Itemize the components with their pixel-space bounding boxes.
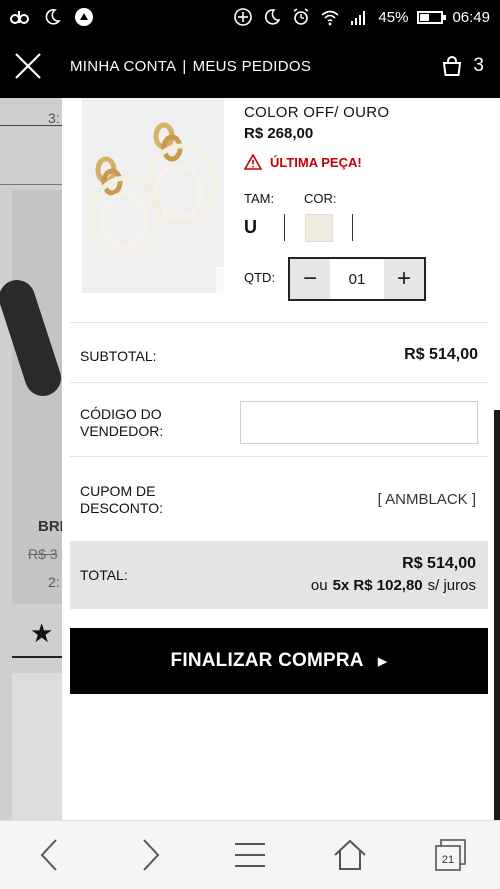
app-header: MINHA CONTA | MEUS PEDIDOS 3 xyxy=(0,34,500,98)
vendor-code-label: CÓDIGO DO VENDEDOR: xyxy=(80,406,163,440)
close-button[interactable] xyxy=(0,34,56,98)
quantity-stepper: − 01 + xyxy=(288,257,426,301)
battery-icon xyxy=(417,10,447,24)
close-icon xyxy=(15,53,41,79)
background-product-brand: BRI xyxy=(38,518,62,535)
cart-panel: COLOR OFF/ OURO R$ 268,00 ÚLTIMA PEÇA! T… xyxy=(62,98,500,820)
section-divider xyxy=(70,456,488,457)
coupon-label: CUPOM DE DESCONTO: xyxy=(80,483,163,517)
chevron-right-icon xyxy=(143,839,160,871)
product-color-name: COLOR OFF/ OURO xyxy=(244,104,390,121)
coupon-code[interactable]: [ ANMBLACK ] xyxy=(378,491,476,508)
background-divider xyxy=(0,125,62,126)
tabs-button[interactable]: 21 xyxy=(420,825,480,885)
warning-icon xyxy=(244,154,262,170)
background-old-price: R$ 3 xyxy=(28,546,58,562)
clock: 06:49 xyxy=(452,8,490,26)
add-circle-icon xyxy=(233,7,253,27)
forward-button[interactable] xyxy=(120,825,180,885)
vendor-code-input[interactable] xyxy=(240,401,478,444)
increase-quantity-button[interactable]: + xyxy=(384,259,424,299)
signal-icon xyxy=(349,7,369,27)
background-qty-text: 3: xyxy=(48,110,60,126)
color-swatch xyxy=(305,214,333,242)
background-divider xyxy=(0,184,62,185)
size-value: U xyxy=(244,217,257,237)
vendor-code-label-line1: CÓDIGO DO xyxy=(80,406,162,422)
moon-icon xyxy=(42,7,62,27)
my-orders-link[interactable]: MEUS PEDIDOS xyxy=(193,58,312,75)
app-notification-icon xyxy=(10,7,30,27)
total-box: TOTAL: R$ 514,00 ou 5x R$ 102,80 s/ juro… xyxy=(70,541,488,609)
background-product-image xyxy=(12,673,62,820)
shopping-bag-icon xyxy=(443,56,462,76)
installments-suffix: s/ juros xyxy=(427,577,476,594)
header-separator: | xyxy=(182,57,187,75)
coupon-label-line2: DESCONTO: xyxy=(80,500,163,516)
status-bar: 45% 06:49 xyxy=(0,0,500,34)
warning-text: ÚLTIMA PEÇA! xyxy=(270,154,362,170)
scrollbar[interactable] xyxy=(494,410,500,820)
menu-button[interactable] xyxy=(220,825,280,885)
chevron-right-icon: ▸ xyxy=(377,650,388,672)
app-logo-icon xyxy=(74,7,94,27)
do-not-disturb-icon xyxy=(262,7,282,27)
home-button[interactable] xyxy=(320,825,380,885)
total-label: TOTAL: xyxy=(80,567,128,583)
wifi-icon xyxy=(320,7,340,27)
checkout-label: FINALIZAR COMPRA xyxy=(170,650,364,671)
size-label: TAM: xyxy=(244,191,275,206)
installments: ou 5x R$ 102,80 s/ juros xyxy=(311,577,476,594)
coupon-label-line1: CUPOM DE xyxy=(80,483,156,499)
tabs-count: 21 xyxy=(442,854,454,866)
vendor-code-label-line2: VENDEDOR: xyxy=(80,423,164,439)
earring-image xyxy=(89,122,219,257)
quantity-label: QTD: xyxy=(244,270,276,285)
section-divider xyxy=(70,382,488,383)
quantity-value[interactable]: 01 xyxy=(330,259,384,299)
shopping-bag-button[interactable]: 3 xyxy=(441,55,484,77)
background-product-image xyxy=(12,190,62,604)
installments-value: 5x R$ 102,80 xyxy=(332,577,423,594)
chevron-left-icon xyxy=(40,839,57,871)
vertical-divider xyxy=(352,214,353,241)
header-links: MINHA CONTA | MEUS PEDIDOS xyxy=(70,58,311,75)
back-button[interactable] xyxy=(20,825,80,885)
bag-count: 3 xyxy=(473,55,484,76)
browser-navigation-bar: 21 xyxy=(0,820,500,889)
section-divider xyxy=(70,322,488,323)
star-icon: ★ xyxy=(30,618,54,648)
color-label: COR: xyxy=(304,191,337,206)
background-divider xyxy=(12,656,62,658)
product-image[interactable] xyxy=(82,98,224,293)
subtotal-value: R$ 514,00 xyxy=(404,346,478,363)
menu-icon xyxy=(235,843,265,867)
subtotal-label: SUBTOTAL: xyxy=(80,348,157,364)
image-edge xyxy=(216,267,224,293)
checkout-button[interactable]: FINALIZAR COMPRA ▸ xyxy=(70,628,488,694)
vertical-divider xyxy=(284,214,285,241)
background-page: 3: BRI R$ 3 2: ★ xyxy=(0,98,62,820)
background-qty: 2: xyxy=(48,574,60,590)
total-value: R$ 514,00 xyxy=(402,555,476,572)
decrease-quantity-button[interactable]: − xyxy=(290,259,330,299)
last-item-warning: ÚLTIMA PEÇA! xyxy=(244,154,362,170)
home-icon xyxy=(334,839,366,870)
product-price: R$ 268,00 xyxy=(244,125,314,142)
battery-percent: 45% xyxy=(378,8,409,26)
alarm-icon xyxy=(291,7,311,27)
my-account-link[interactable]: MINHA CONTA xyxy=(70,58,176,75)
installments-prefix: ou xyxy=(310,577,328,594)
tabs-icon: 21 xyxy=(435,839,466,871)
